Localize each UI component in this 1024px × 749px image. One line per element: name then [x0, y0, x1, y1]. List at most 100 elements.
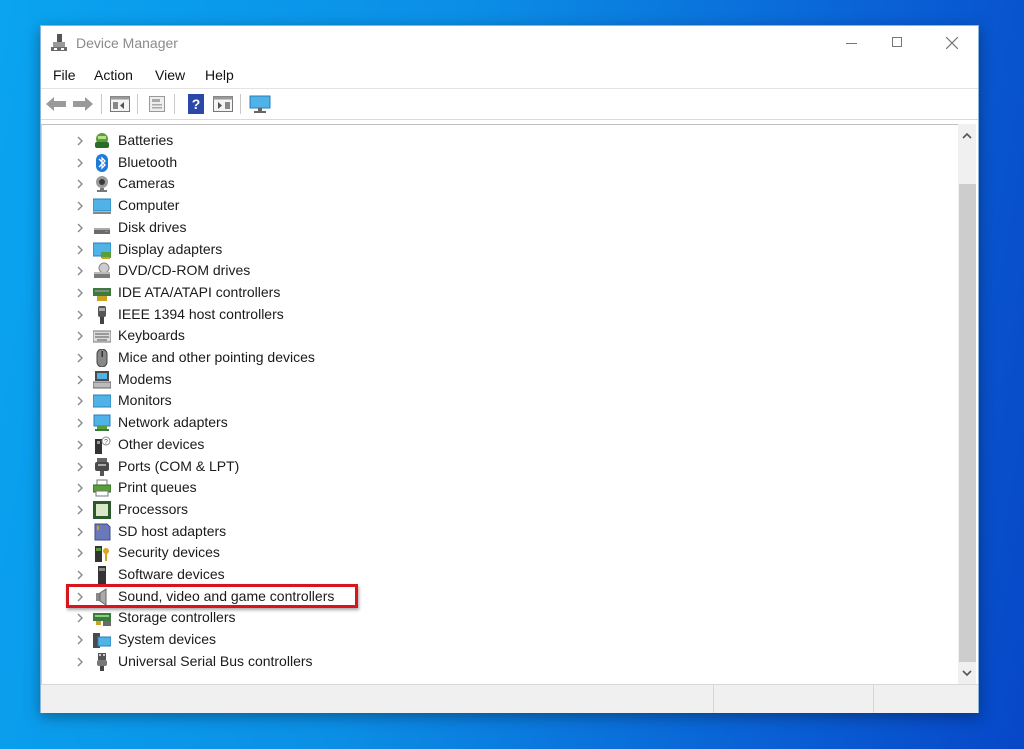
software-device-icon [98, 566, 106, 584]
expand-chevron-icon[interactable] [75, 157, 85, 169]
expand-chevron-icon[interactable] [75, 482, 85, 494]
tree-item-label: IEEE 1394 host controllers [118, 305, 284, 322]
svg-text:?: ? [192, 96, 201, 112]
tree-item[interactable]: Security devices [42, 542, 942, 563]
tree-item-label: Universal Serial Bus controllers [118, 652, 313, 669]
expand-chevron-icon[interactable] [75, 547, 85, 559]
camera-icon [96, 176, 108, 193]
disk-drive-icon [94, 227, 110, 234]
menu-help[interactable]: Help [203, 67, 236, 83]
show-hide-console-tree-button[interactable] [109, 93, 131, 115]
tree-item[interactable]: Mice and other pointing devices [42, 347, 942, 368]
expand-chevron-icon[interactable] [75, 309, 85, 321]
expand-chevron-icon[interactable] [75, 330, 85, 342]
menu-view[interactable]: View [153, 67, 187, 83]
tree-item[interactable]: Cameras [42, 173, 942, 194]
tree-item[interactable]: Print queues [42, 477, 942, 498]
usb-icon [97, 652, 107, 671]
expand-chevron-icon[interactable] [75, 569, 85, 581]
scrollbar-thumb[interactable] [959, 184, 976, 662]
scroll-down-button[interactable] [958, 664, 976, 682]
tree-item-label: Display adapters [118, 240, 223, 257]
toolbar-separator [101, 94, 102, 114]
close-button[interactable] [929, 26, 975, 60]
toolbar: ? [41, 88, 978, 120]
monitor-scan-icon [249, 95, 271, 113]
expand-chevron-icon[interactable] [75, 395, 85, 407]
toolbar-separator [240, 94, 241, 114]
tree-item[interactable]: Sound, video and game controllers [42, 586, 942, 607]
keyboard-icon [93, 330, 111, 343]
expand-chevron-icon[interactable] [75, 374, 85, 386]
printer-icon [93, 479, 111, 497]
menu-bar: File Action View Help [41, 61, 978, 87]
maximize-button[interactable] [874, 26, 920, 60]
tree-item[interactable]: Ports (COM & LPT) [42, 456, 942, 477]
menu-action[interactable]: Action [92, 67, 135, 83]
forward-arrow-icon [73, 97, 93, 111]
tree-item-label: IDE ATA/ATAPI controllers [118, 283, 281, 300]
tree-item[interactable]: Bluetooth [42, 152, 942, 173]
tree-item[interactable]: DVD/CD-ROM drives [42, 260, 942, 281]
title-bar[interactable]: Device Manager [41, 26, 978, 60]
expand-chevron-icon[interactable] [75, 135, 85, 147]
tree-item[interactable]: Monitors [42, 390, 942, 411]
help-button[interactable]: ? [185, 93, 207, 115]
expand-chevron-icon[interactable] [75, 656, 85, 668]
modem-icon [93, 370, 111, 389]
toolbar-separator [174, 94, 175, 114]
tree-item[interactable]: SD host adapters [42, 521, 942, 542]
tree-item[interactable]: IDE ATA/ATAPI controllers [42, 282, 942, 303]
status-pane [873, 685, 974, 713]
expand-chevron-icon[interactable] [75, 287, 85, 299]
properties-button[interactable] [146, 93, 168, 115]
tree-item[interactable]: System devices [42, 629, 942, 650]
back-button[interactable] [45, 93, 67, 115]
tree-item[interactable]: Keyboards [42, 325, 942, 346]
scroll-up-button[interactable] [958, 126, 976, 144]
show-hide-action-pane-button[interactable] [212, 93, 234, 115]
tree-item-label: Batteries [118, 132, 174, 148]
tree-item[interactable]: Storage controllers [42, 607, 942, 628]
tree-item[interactable]: Processors [42, 499, 942, 520]
forward-button[interactable] [72, 93, 94, 115]
tree-item[interactable]: Software devices [42, 564, 942, 585]
expand-chevron-icon[interactable] [75, 461, 85, 473]
device-tree: Batteries Bluetooth Cameras Computer Disk dr… [41, 124, 960, 685]
scan-hardware-button[interactable] [249, 93, 271, 115]
tree-item[interactable]: Modems [42, 369, 942, 390]
help-icon: ? [188, 94, 204, 114]
tree-item[interactable]: Network adapters [42, 412, 942, 433]
expand-chevron-icon[interactable] [75, 352, 85, 364]
tree-item[interactable]: Display adapters [42, 239, 942, 260]
svg-text:?: ? [104, 439, 108, 446]
tree-item-label: Computer [118, 197, 180, 214]
expand-chevron-icon[interactable] [75, 439, 85, 451]
expand-chevron-icon[interactable] [75, 178, 85, 190]
tree-item-label: Modems [118, 370, 172, 387]
expand-chevron-icon[interactable] [75, 244, 85, 256]
system-devices-icon [93, 633, 111, 649]
expand-chevron-icon[interactable] [75, 612, 85, 624]
vertical-scrollbar[interactable] [958, 124, 976, 684]
tree-item[interactable]: IEEE 1394 host controllers [42, 304, 942, 325]
minimize-button[interactable] [828, 26, 874, 60]
menu-file[interactable]: File [51, 67, 78, 83]
expand-chevron-icon[interactable] [75, 222, 85, 234]
expand-chevron-icon[interactable] [75, 591, 85, 603]
dvd-drive-icon [94, 262, 110, 279]
expand-chevron-icon[interactable] [75, 200, 85, 212]
expand-chevron-icon[interactable] [75, 504, 85, 516]
tree-item-label: Bluetooth [118, 153, 178, 170]
expand-chevron-icon[interactable] [75, 526, 85, 538]
expand-chevron-icon[interactable] [75, 417, 85, 429]
tree-item[interactable]: Universal Serial Bus controllers [42, 651, 942, 672]
tree-item[interactable]: Batteries [42, 130, 942, 151]
tree-item[interactable]: Computer [42, 195, 942, 216]
expand-chevron-icon[interactable] [75, 634, 85, 646]
console-tree-icon [110, 96, 130, 112]
tree-item[interactable]: Disk drives [42, 217, 942, 238]
speaker-icon [96, 587, 107, 606]
expand-chevron-icon[interactable] [75, 265, 85, 277]
tree-item[interactable]: ? Other devices [42, 434, 942, 455]
